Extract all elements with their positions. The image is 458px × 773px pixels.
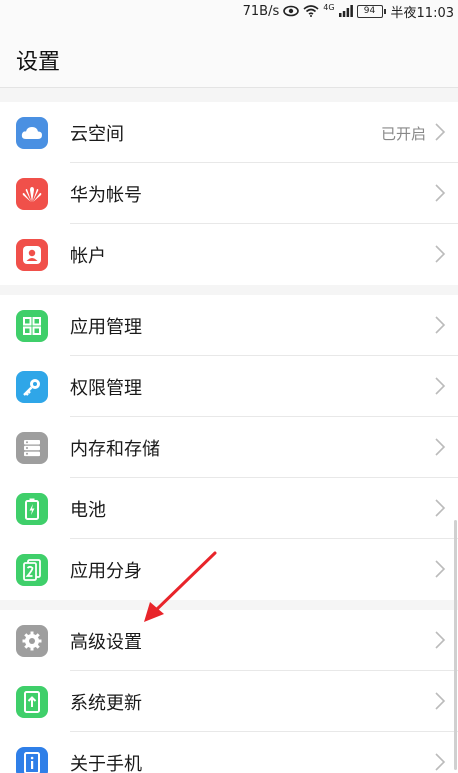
settings-item-label: 应用管理 xyxy=(70,317,142,338)
huawei-logo-icon xyxy=(16,178,48,210)
wifi-icon xyxy=(303,5,319,17)
settings-item-label: 内存和存储 xyxy=(70,439,160,460)
settings-item-permission-management[interactable]: 权限管理 xyxy=(0,356,458,417)
settings-item-label: 应用分身 xyxy=(70,561,142,582)
settings-item-memory-storage[interactable]: 内存和存储 xyxy=(0,417,458,478)
battery-level: 94 xyxy=(363,5,376,16)
settings-item-value: 已开启 xyxy=(380,125,426,143)
settings-item-app-management[interactable]: 应用管理 xyxy=(0,295,458,356)
settings-group-system: 高级设置 系统更新 关于手机 xyxy=(0,610,458,773)
settings-item-label: 高级设置 xyxy=(70,632,142,653)
network-type: 4G xyxy=(323,3,335,12)
settings-item-label: 权限管理 xyxy=(70,378,142,399)
settings-item-cloud[interactable]: 云空间 已开启 xyxy=(0,102,458,163)
cloud-icon xyxy=(16,117,48,149)
page-title: 设置 xyxy=(16,50,61,75)
settings-item-label: 电池 xyxy=(70,500,106,521)
phone-info-icon xyxy=(16,747,48,773)
settings-group-device: 应用管理 权限管理 内存和存储 电池 应用分身 xyxy=(0,295,458,600)
chevron-right-icon xyxy=(435,753,446,771)
chevron-right-icon xyxy=(435,560,446,578)
chevron-right-icon xyxy=(435,316,446,334)
settings-item-label: 关于手机 xyxy=(70,754,142,773)
settings-item-label: 华为帐号 xyxy=(70,185,142,206)
chevron-right-icon xyxy=(435,499,446,517)
settings-item-advanced-settings[interactable]: 高级设置 xyxy=(0,610,458,671)
clock: 半夜11:03 xyxy=(390,5,454,21)
chevron-right-icon xyxy=(435,123,446,141)
key-icon xyxy=(16,371,48,403)
status-bar: 71B/s 4G 94 半夜11:03 xyxy=(0,0,458,22)
battery-indicator: 94 xyxy=(356,4,386,18)
settings-item-about-phone[interactable]: 关于手机 xyxy=(0,732,458,773)
system-update-icon xyxy=(16,686,48,718)
settings-item-system-update[interactable]: 系统更新 xyxy=(0,671,458,732)
eye-icon xyxy=(283,5,300,17)
settings-item-label: 系统更新 xyxy=(70,693,142,714)
settings-item-accounts[interactable]: 帐户 xyxy=(0,224,458,285)
account-icon xyxy=(16,239,48,271)
app-twin-icon xyxy=(16,554,48,586)
battery-icon xyxy=(16,493,48,525)
settings-group-account: 云空间 已开启 华为帐号 帐户 xyxy=(0,102,458,285)
annotation-arrow xyxy=(144,551,217,622)
chevron-right-icon xyxy=(435,692,446,710)
chevron-right-icon xyxy=(435,245,446,263)
chevron-right-icon xyxy=(435,438,446,456)
header: 设置 xyxy=(0,22,458,88)
settings-item-label: 云空间 xyxy=(70,124,124,145)
chevron-right-icon xyxy=(435,184,446,202)
network-speed: 71B/s xyxy=(242,3,280,19)
chevron-right-icon xyxy=(435,377,446,395)
settings-item-label: 帐户 xyxy=(70,246,106,267)
scrollbar[interactable] xyxy=(454,520,457,770)
storage-icon xyxy=(16,432,48,464)
chevron-right-icon xyxy=(435,631,446,649)
settings-item-battery[interactable]: 电池 xyxy=(0,478,458,539)
apps-grid-icon xyxy=(16,310,48,342)
settings-item-huawei-account[interactable]: 华为帐号 xyxy=(0,163,458,224)
signal-icon xyxy=(338,5,353,17)
settings-item-app-twin[interactable]: 应用分身 xyxy=(0,539,458,600)
gear-icon xyxy=(16,625,48,657)
